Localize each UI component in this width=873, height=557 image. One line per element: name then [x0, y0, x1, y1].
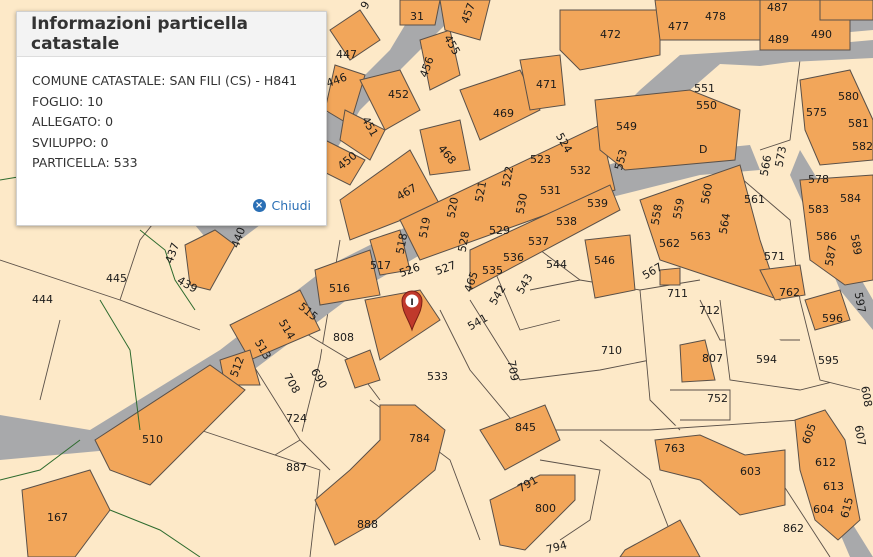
parcel-label: 551 — [694, 82, 715, 95]
parcel-label: 800 — [535, 502, 556, 515]
close-button[interactable]: × Chiudi — [252, 198, 311, 213]
marker-letter: I — [410, 298, 413, 308]
parcel-label: 516 — [329, 282, 350, 295]
parcel-label: 471 — [536, 78, 557, 91]
parcel-label: 532 — [570, 164, 591, 177]
parcel-label: 562 — [659, 237, 680, 250]
parcel-label: 531 — [540, 184, 561, 197]
parcel-label: 561 — [744, 193, 765, 206]
parcel-label: 762 — [779, 286, 800, 299]
parcel-label: 539 — [587, 197, 608, 210]
close-icon[interactable]: × — [252, 199, 266, 212]
parcel-label: 549 — [616, 120, 637, 133]
parcel-label: 563 — [690, 230, 711, 243]
parcel-label: 582 — [852, 140, 873, 153]
parcel-label: 469 — [493, 107, 514, 120]
particella: PARTICELLA: 533 — [32, 155, 138, 170]
parcel-label: 613 — [823, 480, 844, 493]
parcel-label: 571 — [764, 250, 785, 263]
parcel-label: 784 — [409, 432, 430, 445]
parcel-label: 596 — [822, 312, 843, 325]
parcel-label: 537 — [528, 235, 549, 248]
parcel-label: 478 — [705, 10, 726, 23]
parcel-label: 586 — [816, 230, 837, 243]
parcel-label: 575 — [806, 106, 827, 119]
parcel-label: 888 — [357, 518, 378, 531]
parcel-label: 445 — [106, 272, 127, 285]
parcel-label: 523 — [530, 153, 551, 166]
parcel-label: 808 — [333, 331, 354, 344]
parcel-label: 583 — [808, 203, 829, 216]
parcel-label: 544 — [546, 258, 567, 271]
parcel-label: 447 — [336, 48, 357, 61]
foglio: FOGLIO: 10 — [32, 93, 104, 109]
parcel-label: 752 — [707, 392, 728, 405]
parcel-label: 444 — [32, 293, 53, 306]
parcel-label: 604 — [813, 503, 834, 516]
parcel-label: 603 — [740, 465, 761, 478]
parcel-label: 490 — [811, 28, 832, 41]
parcel-label: 887 — [286, 461, 307, 474]
parcel-label: 472 — [600, 28, 621, 41]
allegato: ALLEGATO: 0 — [32, 114, 114, 129]
sviluppo: SVILUPPO: 0 — [32, 134, 109, 150]
parcel-label: 763 — [664, 442, 685, 455]
parcel-label: 489 — [768, 33, 789, 46]
parcel-label: 710 — [601, 344, 622, 357]
parcel-label: 612 — [815, 456, 836, 469]
parcel-info-popup: Informazioni particella catastale COMUNE… — [16, 11, 327, 226]
parcel-label: 550 — [696, 99, 717, 112]
parcel-label: 487 — [767, 1, 788, 14]
parcel-label: 845 — [515, 421, 536, 434]
parcel-label: 510 — [142, 433, 163, 446]
parcel-label: 594 — [756, 353, 777, 366]
popup-body: COMUNE CATASTALE: SAN FILI (CS) - H841 F… — [17, 57, 326, 174]
parcel-label: 452 — [388, 88, 409, 101]
parcel-label: 477 — [668, 20, 689, 33]
parcel-label: 724 — [286, 412, 307, 425]
parcel-label: D — [699, 143, 707, 156]
parcel-label: 711 — [667, 287, 688, 300]
parcel-label: 538 — [556, 215, 577, 228]
parcel-label: 807 — [702, 352, 723, 365]
comune-catastale: COMUNE CATASTALE: SAN FILI (CS) - H841 — [32, 73, 298, 88]
parcel-label: 595 — [818, 354, 839, 367]
popup-header: Informazioni particella catastale — [17, 12, 326, 57]
parcel-label: 581 — [848, 117, 869, 130]
parcel-label: 536 — [503, 251, 524, 264]
parcel-label: 862 — [783, 522, 804, 535]
parcel-label: 517 — [370, 259, 391, 272]
parcel-label: 529 — [489, 224, 510, 237]
parcel-label: 546 — [594, 254, 615, 267]
parcel-label: 31 — [410, 10, 424, 23]
close-label[interactable]: Chiudi — [272, 198, 311, 213]
parcel-label: 584 — [840, 192, 861, 205]
parcel-label: 167 — [47, 511, 68, 524]
parcel-label: 535 — [482, 264, 503, 277]
parcel-label: 580 — [838, 90, 859, 103]
parcel-label: 533 — [427, 370, 448, 383]
parcel-label: 712 — [699, 304, 720, 317]
popup-title: Informazioni particella catastale — [31, 14, 249, 54]
parcel-label: 578 — [808, 173, 829, 186]
